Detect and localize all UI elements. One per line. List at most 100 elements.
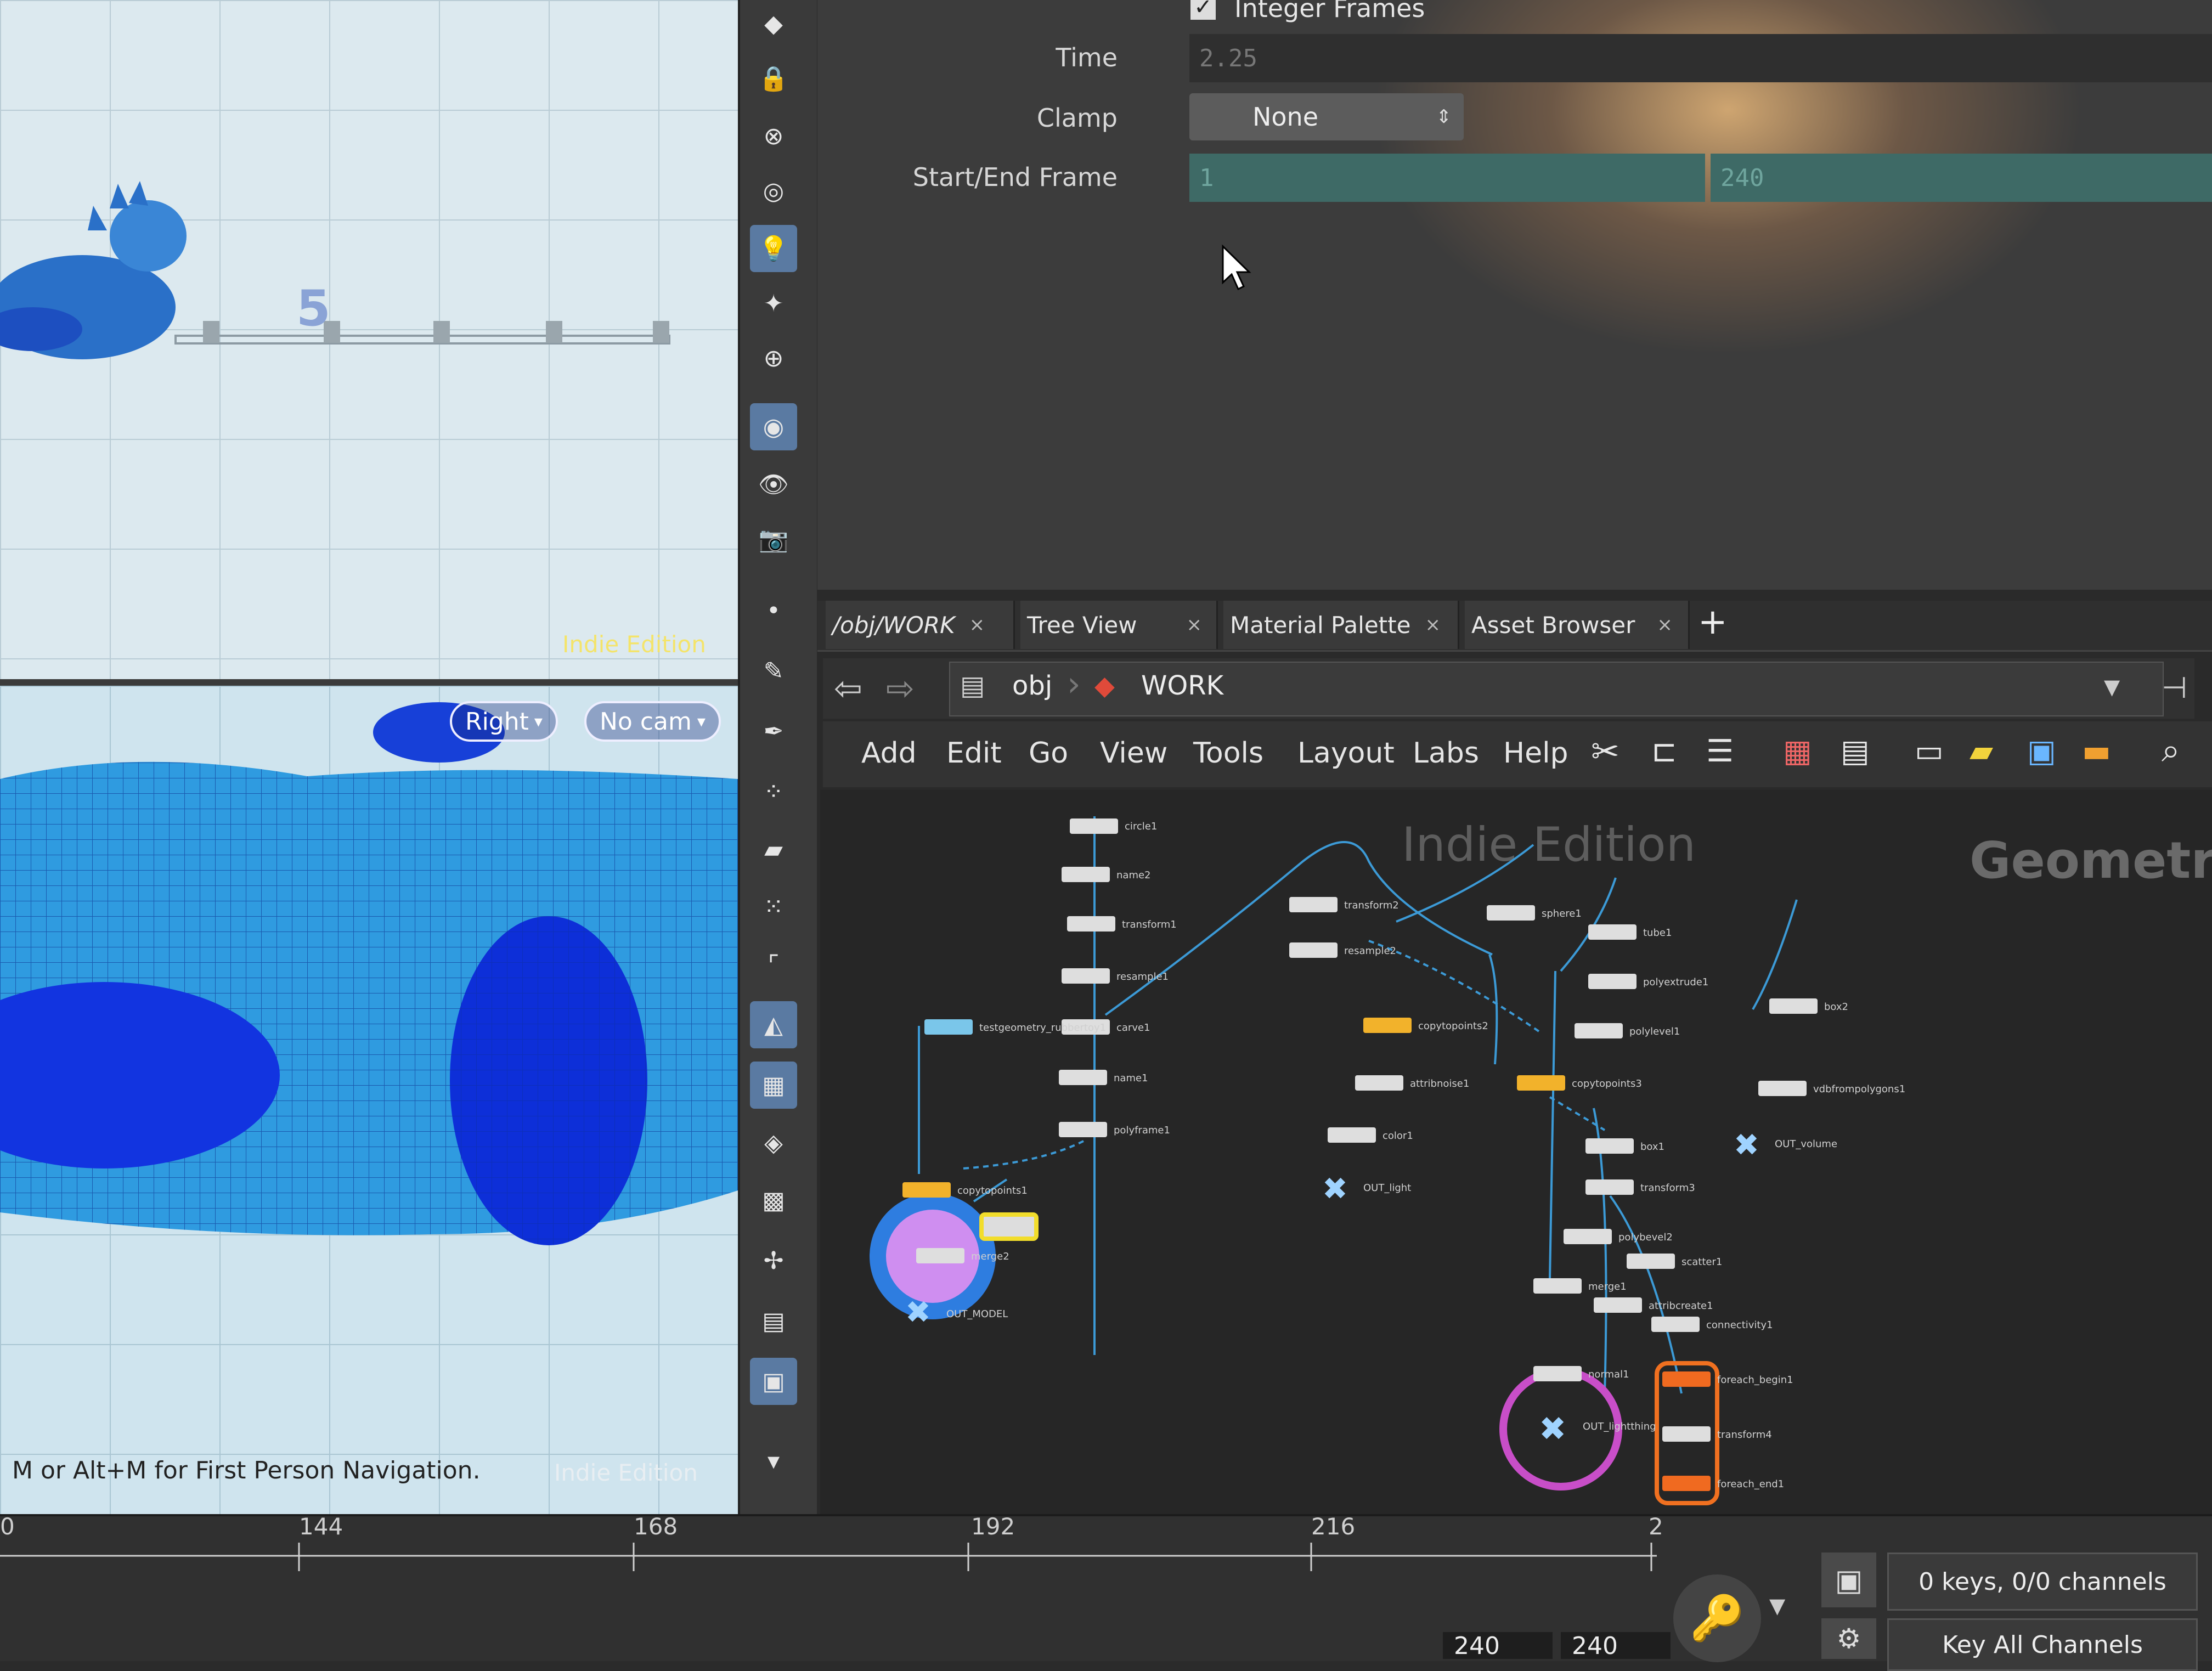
visibility-icon[interactable]: 👁 xyxy=(750,461,797,508)
node-circle1[interactable] xyxy=(1070,818,1118,834)
forward-arrow-icon[interactable]: ⇨ xyxy=(886,668,915,708)
path-level-obj[interactable]: obj xyxy=(1012,670,1052,701)
key-all-channels-button[interactable]: Key All Channels xyxy=(1887,1618,2198,1671)
add-tab-button[interactable]: + xyxy=(1698,602,1728,642)
background-image-icon[interactable]: ▣ xyxy=(750,1358,797,1405)
shaded-icon[interactable]: ◭ xyxy=(750,1001,797,1048)
node-merge2[interactable] xyxy=(916,1248,964,1263)
menu-edit[interactable]: Edit xyxy=(946,737,1002,770)
more-tools-icon[interactable]: ▾ xyxy=(750,1437,797,1484)
close-icon[interactable]: × xyxy=(1187,614,1203,636)
node-color1[interactable] xyxy=(1328,1127,1376,1143)
path-field[interactable] xyxy=(949,662,2164,716)
edge-icon[interactable]: ⌜ xyxy=(750,941,797,988)
end-frame-field[interactable]: 240 xyxy=(1711,154,2212,202)
close-icon[interactable]: × xyxy=(1657,614,1673,636)
checker-icon[interactable]: ▦ xyxy=(750,1062,797,1109)
node-attribcreate1[interactable] xyxy=(1594,1297,1642,1313)
camera-icon[interactable]: 📷 xyxy=(750,516,797,563)
network-canvas[interactable]: Indie Edition Geometry circle1 name2 xyxy=(820,790,2212,1514)
channel-list-icon[interactable]: ▣ xyxy=(1821,1553,1876,1607)
time-field[interactable]: 2.25 xyxy=(1189,34,2212,82)
close-icon[interactable]: × xyxy=(1425,614,1441,636)
key-channels-icon[interactable]: ⚙ xyxy=(1821,1618,1876,1659)
node-transform2[interactable] xyxy=(1289,897,1338,912)
wrench-icon[interactable]: ✂ xyxy=(1591,731,1620,771)
viewport-bottom[interactable]: Right ▾ No cam ▾ M or Alt+M for First Pe… xyxy=(0,686,738,1514)
pen-icon[interactable]: ✒ xyxy=(750,708,797,755)
node-name2[interactable] xyxy=(1062,867,1110,882)
node-copytopoints2[interactable] xyxy=(1363,1018,1412,1033)
tab-network[interactable]: /obj/WORK × xyxy=(826,601,1015,649)
diamond-icon[interactable]: ◈ xyxy=(750,1119,797,1166)
close-icon[interactable]: × xyxy=(969,614,985,636)
primitive-numbers-icon[interactable]: ⁙ xyxy=(750,883,797,930)
node-polybevel2[interactable] xyxy=(1564,1229,1612,1244)
node-copytopoints1[interactable] xyxy=(902,1182,951,1198)
stamp-icon[interactable]: ▬ xyxy=(2082,733,2111,769)
viewport-top[interactable]: 5 Indie Edition xyxy=(0,0,746,686)
node-transform1[interactable] xyxy=(1067,916,1115,932)
tab-material-palette[interactable]: Material Palette × xyxy=(1223,601,1459,649)
node-box2[interactable] xyxy=(1769,998,1818,1014)
menu-view[interactable]: View xyxy=(1100,737,1167,770)
uv-icon[interactable]: ▩ xyxy=(750,1177,797,1224)
null-node-icon[interactable]: ✖ xyxy=(1539,1410,1566,1448)
transform-handle-icon[interactable]: ✢ xyxy=(750,1237,797,1284)
node-copytopoints3[interactable] xyxy=(1517,1075,1565,1091)
view-menu[interactable]: Right ▾ xyxy=(450,701,558,742)
frame-end-field[interactable]: 240 xyxy=(1561,1632,1671,1660)
lock-icon[interactable]: 🔒 xyxy=(750,55,797,102)
node-transform3[interactable] xyxy=(1585,1179,1634,1195)
back-arrow-icon[interactable]: ⇦ xyxy=(834,668,862,708)
menu-labs[interactable]: Labs xyxy=(1413,737,1479,770)
node-attribnoise1[interactable] xyxy=(1355,1075,1403,1091)
color-palette-icon[interactable]: ▦ xyxy=(1783,733,1812,769)
node-polyextrude1[interactable] xyxy=(1588,974,1637,989)
node-vdbfrompolygons1[interactable] xyxy=(1758,1081,1807,1096)
point-icon[interactable]: • xyxy=(750,587,797,634)
node-merge1[interactable] xyxy=(1533,1278,1582,1294)
node-polylevel1[interactable] xyxy=(1575,1023,1623,1038)
integer-frames-checkbox[interactable]: ✓ xyxy=(1190,0,1216,20)
node-name1[interactable] xyxy=(1059,1070,1107,1085)
node-resample2[interactable] xyxy=(1289,942,1338,958)
path-level-work[interactable]: WORK xyxy=(1141,670,1223,701)
light-icon[interactable]: ✦ xyxy=(750,280,797,327)
display-options-icon[interactable]: ◉ xyxy=(750,403,797,450)
clamp-select[interactable]: None ⇕ xyxy=(1189,93,1464,140)
node-foreach-end1[interactable] xyxy=(1662,1476,1711,1491)
grid-view-icon[interactable]: ▤ xyxy=(1841,733,1870,769)
start-frame-field[interactable]: 1 xyxy=(1189,154,1705,202)
node-scatter1[interactable] xyxy=(1627,1254,1675,1269)
network-box-icon[interactable]: ▭ xyxy=(1915,733,1944,769)
lightbulb-icon[interactable]: 💡 xyxy=(750,225,797,272)
node-selected[interactable] xyxy=(979,1212,1039,1241)
tab-tree-view[interactable]: Tree View × xyxy=(1020,601,1218,649)
node-tube1[interactable] xyxy=(1588,924,1637,940)
null-node-icon[interactable]: ✖ xyxy=(905,1295,931,1330)
node-transform4[interactable] xyxy=(1662,1426,1711,1442)
null-node-icon[interactable]: ✖ xyxy=(1322,1171,1348,1207)
light-probe-icon[interactable]: ⊕ xyxy=(750,335,797,382)
search-icon[interactable]: ⌕ xyxy=(2162,731,2180,770)
menu-layout[interactable]: Layout xyxy=(1297,737,1395,770)
node-sphere1[interactable] xyxy=(1487,905,1535,921)
node-foreach-begin1[interactable] xyxy=(1662,1371,1711,1387)
snap-icon[interactable]: ◎ xyxy=(750,167,797,214)
menu-help[interactable]: Help xyxy=(1503,737,1568,770)
node-testgeometry[interactable] xyxy=(924,1019,973,1035)
vertex-numbers-icon[interactable]: ⁘ xyxy=(750,768,797,815)
ghost-icon[interactable]: ⊗ xyxy=(750,112,797,160)
key-icon[interactable]: 🔑 xyxy=(1673,1574,1761,1662)
camera-menu[interactable]: No cam ▾ xyxy=(584,701,721,742)
node-normal1[interactable] xyxy=(1533,1366,1582,1381)
select-mode-icon[interactable]: ◆ xyxy=(750,0,797,47)
background-image-icon[interactable]: ▣ xyxy=(2027,733,2056,769)
chevron-down-icon[interactable]: ▼ xyxy=(1769,1594,1785,1618)
node-box1[interactable] xyxy=(1585,1138,1634,1154)
paint-icon[interactable]: ▰ xyxy=(750,826,797,873)
pin-icon[interactable]: ⊣ xyxy=(2162,670,2187,705)
null-node-icon[interactable]: ✖ xyxy=(1734,1127,1759,1163)
tab-asset-browser[interactable]: Asset Browser × xyxy=(1465,601,1690,649)
